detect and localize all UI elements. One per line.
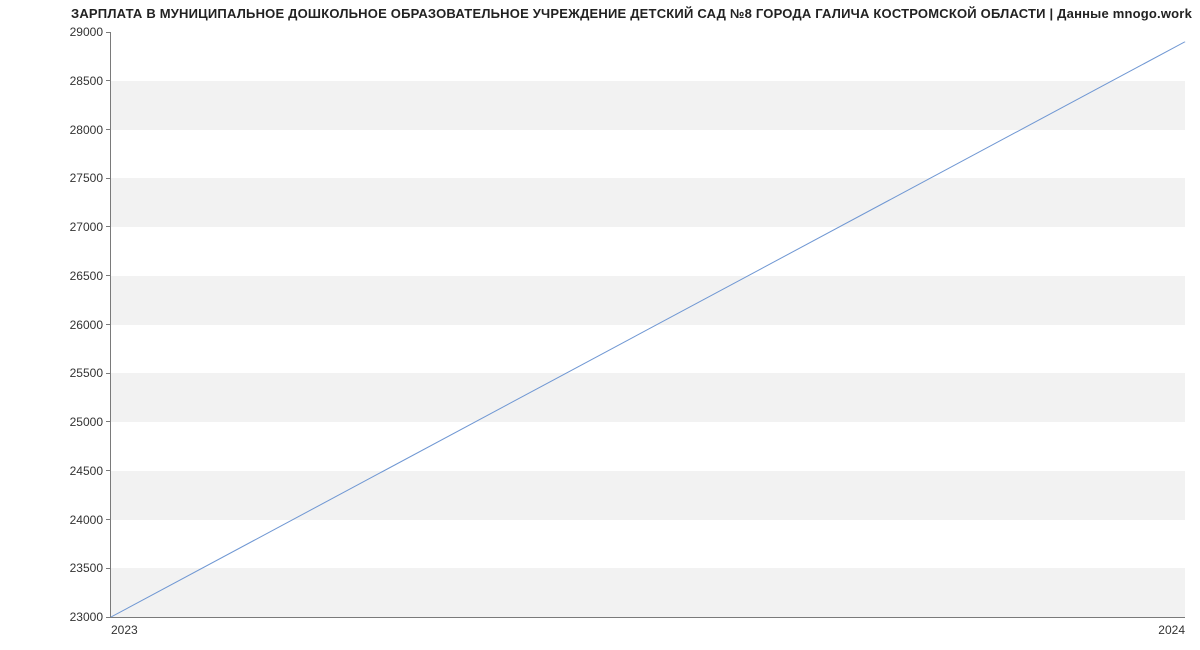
y-tick-label: 26000	[70, 318, 103, 332]
y-tick-mark	[106, 129, 111, 130]
y-tick-mark	[106, 568, 111, 569]
y-tick-label: 23500	[70, 561, 103, 575]
y-tick-label: 27000	[70, 220, 103, 234]
y-tick-label: 29000	[70, 25, 103, 39]
chart-title: ЗАРПЛАТА В МУНИЦИПАЛЬНОЕ ДОШКОЛЬНОЕ ОБРА…	[0, 6, 1192, 21]
x-tick-label: 2023	[111, 623, 138, 637]
y-tick-label: 28000	[70, 123, 103, 137]
y-tick-mark	[106, 617, 111, 618]
y-tick-mark	[106, 32, 111, 33]
y-tick-label: 25500	[70, 366, 103, 380]
y-tick-mark	[106, 324, 111, 325]
y-tick-mark	[106, 226, 111, 227]
line-layer	[111, 32, 1185, 617]
plot-area: 2300023500240002450025000255002600026500…	[110, 32, 1185, 618]
y-tick-label: 23000	[70, 610, 103, 624]
y-tick-mark	[106, 470, 111, 471]
y-tick-mark	[106, 275, 111, 276]
y-tick-label: 24500	[70, 464, 103, 478]
y-tick-label: 25000	[70, 415, 103, 429]
y-tick-mark	[106, 373, 111, 374]
chart-container: ЗАРПЛАТА В МУНИЦИПАЛЬНОЕ ДОШКОЛЬНОЕ ОБРА…	[0, 0, 1200, 650]
x-tick-label: 2024	[1158, 623, 1185, 637]
series-line	[111, 42, 1185, 617]
y-tick-label: 26500	[70, 269, 103, 283]
y-tick-label: 24000	[70, 513, 103, 527]
y-tick-mark	[106, 519, 111, 520]
y-tick-mark	[106, 421, 111, 422]
y-tick-label: 28500	[70, 74, 103, 88]
y-tick-mark	[106, 80, 111, 81]
y-tick-mark	[106, 178, 111, 179]
y-tick-label: 27500	[70, 171, 103, 185]
